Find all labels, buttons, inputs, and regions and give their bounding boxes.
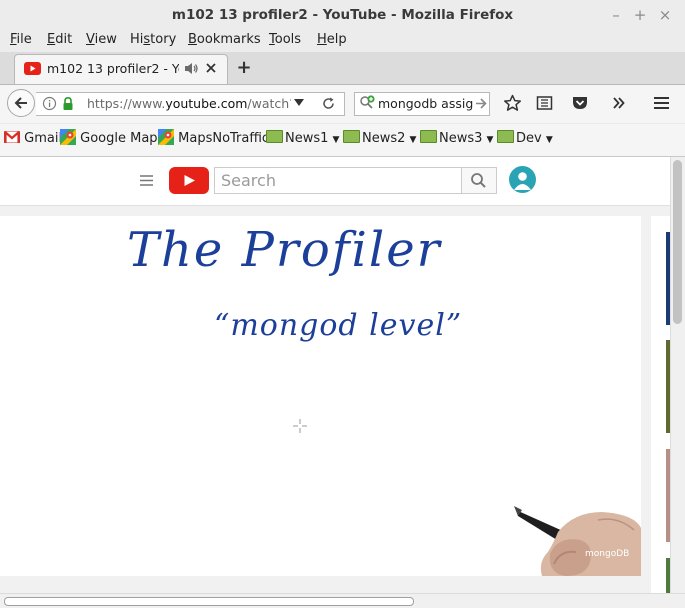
pocket-icon[interactable] — [571, 95, 589, 111]
youtube-search-input[interactable]: Search — [214, 167, 462, 194]
youtube-search-button[interactable] — [461, 167, 497, 194]
whiteboard-subtitle: “mongod level” — [214, 308, 463, 343]
menu-help[interactable]: Help — [317, 30, 347, 52]
folder-icon — [497, 130, 514, 143]
hamburger-menu-icon[interactable] — [653, 95, 670, 111]
youtube-logo[interactable] — [169, 167, 209, 194]
hand-with-pen-icon — [514, 506, 641, 576]
menu-history[interactable]: History — [130, 30, 176, 52]
lock-icon[interactable] — [62, 96, 74, 111]
user-icon — [514, 172, 531, 190]
back-arrow-icon — [14, 97, 27, 109]
maps-icon — [158, 129, 174, 145]
menu-bookmarks[interactable]: Bookmarks — [188, 30, 261, 52]
maximize-button[interactable]: + — [630, 5, 650, 25]
speaker-icon[interactable] — [184, 62, 199, 75]
new-tab-button[interactable]: + — [236, 57, 252, 79]
search-placeholder: Search — [221, 171, 276, 190]
dropdown-arrow-icon: ▼ — [486, 135, 494, 145]
bookmark-folder-news1[interactable]: News1 ▼ — [266, 124, 339, 154]
dropdown-arrow-icon: ▼ — [545, 135, 553, 145]
window-title: m102 13 profiler2 - YouTube - Mozilla Fi… — [171, 7, 514, 23]
folder-icon — [266, 130, 283, 143]
bookmark-star-icon[interactable] — [503, 94, 522, 112]
search-field-text[interactable]: mongodb assign — [378, 92, 473, 116]
guide-menu-icon[interactable] — [139, 174, 154, 187]
menu-tools[interactable]: Tools — [269, 30, 301, 52]
crosshair-icon — [293, 419, 307, 433]
search-engine-icon[interactable] — [359, 95, 376, 112]
mongodb-watermark: mongoDB — [585, 549, 630, 559]
search-icon — [471, 173, 486, 188]
menu-file[interactable]: File — [10, 30, 32, 52]
search-go-icon[interactable] — [475, 97, 487, 110]
related-videos-strip — [651, 216, 670, 593]
bookmark-folder-news3[interactable]: News3 ▼ — [420, 124, 493, 154]
overflow-chevron-icon[interactable] — [612, 96, 626, 110]
minimize-button[interactable]: – — [606, 5, 626, 25]
maps-icon — [60, 129, 76, 145]
bookmark-google-maps[interactable]: Google Maps — [60, 124, 164, 154]
vertical-scroll-thumb[interactable] — [673, 160, 682, 324]
dropdown-arrow-icon: ▼ — [409, 135, 417, 145]
close-tab-icon[interactable] — [206, 63, 216, 73]
folder-icon — [420, 130, 437, 143]
dropdown-arrow-icon: ▼ — [332, 135, 340, 145]
whiteboard-title: The Profiler — [127, 222, 442, 278]
back-button[interactable] — [7, 89, 35, 117]
reload-icon[interactable] — [321, 96, 336, 111]
play-icon — [184, 175, 195, 186]
url-text[interactable]: https://www.youtube.com/watch?v=N — [87, 92, 291, 116]
close-window-button[interactable]: × — [655, 5, 675, 25]
info-icon[interactable] — [42, 96, 57, 111]
library-icon[interactable] — [536, 95, 553, 111]
bookmark-folder-dev[interactable]: Dev ▼ — [497, 124, 553, 154]
youtube-favicon-icon — [24, 62, 41, 75]
folder-icon — [343, 130, 360, 143]
menu-view[interactable]: View — [86, 30, 117, 52]
bookmark-folder-news2[interactable]: News2 ▼ — [343, 124, 416, 154]
avatar[interactable] — [509, 166, 536, 193]
bookmark-mapsnotraffic[interactable]: MapsNoTraffic — [158, 124, 269, 154]
bookmark-gmail[interactable]: Gmail — [3, 124, 62, 154]
video-player[interactable]: The Profiler “mongod level” mongoDB — [0, 216, 641, 576]
tab-title: m102 13 profiler2 - YouTube — [47, 61, 179, 76]
horizontal-scroll-thumb[interactable] — [4, 597, 414, 606]
menu-edit[interactable]: Edit — [47, 30, 72, 52]
gmail-icon — [3, 130, 21, 144]
url-dropdown-icon[interactable] — [294, 99, 304, 107]
